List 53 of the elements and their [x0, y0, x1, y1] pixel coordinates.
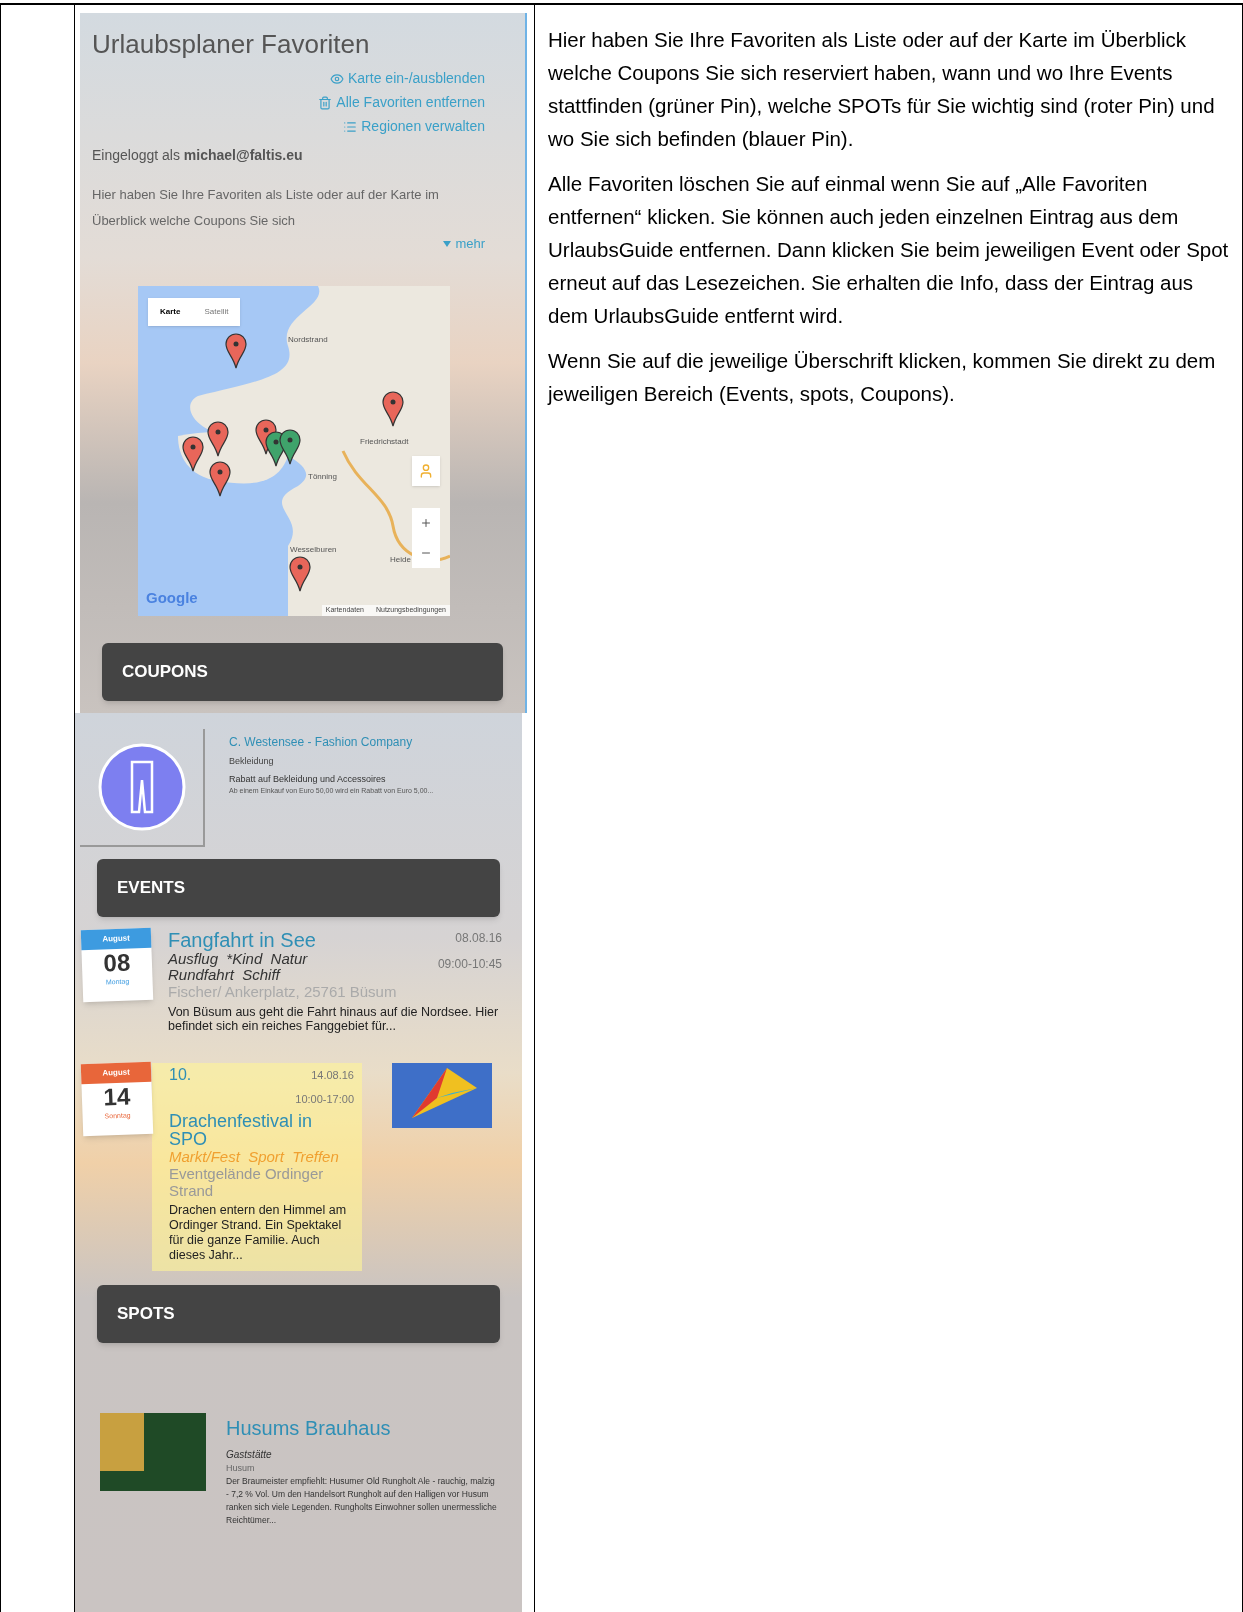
event-title: Drachenfestival in SPO — [169, 1111, 314, 1148]
calendar-month: August — [80, 927, 152, 951]
map-place-label: Nordstrand — [288, 333, 328, 346]
explanation-paragraph: Wenn Sie auf die jeweilige Überschrift klicken, kommen Sie direkt zu dem jeweiligen Bereich (Events, spots, Coupons). — [548, 348, 1217, 407]
intro-text: Hier haben Sie Ihre Favoriten als Liste oder auf der Karte im Überblick welche Coupons Sie sich — [91, 186, 440, 230]
map-type-tab[interactable]: Karte — [148, 297, 193, 326]
section-header[interactable]: COUPONS — [102, 642, 503, 701]
google-logo: Google — [146, 588, 198, 608]
event-categories: Markt/Fest Sport Treffen — [169, 1147, 340, 1165]
event-description: Drachen entern den Himmel am Ordinger Strand. Ein Spektakel für die ganze Familie. Auch dieses Jahr... — [169, 1202, 348, 1263]
map-pin[interactable] — [225, 332, 247, 369]
map-pin[interactable] — [279, 428, 301, 465]
calendar-day: 08 — [103, 948, 131, 978]
explanation-paragraph: Alle Favoriten löschen Sie auf einmal wenn Sie auf „Alle Favoriten entfernen“ klicken. Sie können auch jeden einzelnen Eintrag aus dem UrlaubsGuide entfernen. Dann klicken Sie beim jeweiligen Event oder Spot erneut auf das Lesezeichen. Sie erhalten die Info, dass der Eintrag aus dem UrlaubsGuide entfernt wird. — [548, 171, 1229, 329]
map-place-label: Tönning — [308, 470, 337, 483]
event-location: Eventgelände Ordinger Strand — [169, 1164, 325, 1199]
zoom-in-icon — [420, 516, 432, 529]
spot-description: Der Braumeister empfiehlt: Husumer Old Rungholt Ale - rauchig, malzig - 7,2 % Vol. Um den Handelsort Rungholt auf den Halligen vor Husum ranken sich viele Legenden. Rungholts Einwohner sollen unermessliche Reichtümer... — [226, 1475, 497, 1527]
map-pin[interactable] — [289, 555, 311, 592]
map-pin[interactable] — [209, 460, 231, 497]
event-time: 10:00-17:00 — [295, 1092, 354, 1107]
login-text: Eingeloggt als michael@faltis.eu — [91, 146, 304, 165]
map-place-label: Wesselburen — [290, 543, 337, 556]
event-time: 09:00-10:45 — [437, 956, 502, 973]
calendar-month: August — [80, 1061, 152, 1085]
spot-place: Husum — [226, 1461, 256, 1475]
coupon-category: Bekleidung — [229, 755, 275, 768]
page-title: Urlaubsplaner Favoriten — [91, 28, 371, 61]
section-header[interactable]: SPOTS — [97, 1284, 500, 1343]
list-icon — [343, 119, 358, 134]
map-place-label: Friedrichstadt — [360, 435, 409, 448]
map-type-tab[interactable]: Satellit — [192, 297, 241, 326]
coupon-title[interactable]: C. Westensee - Fashion Company — [229, 733, 434, 751]
person-icon — [418, 462, 434, 479]
eye-icon — [330, 71, 344, 86]
calendar-day: 14 — [103, 1082, 131, 1112]
map-pin[interactable] — [182, 435, 204, 472]
map-pin[interactable] — [207, 420, 229, 457]
trash-icon — [318, 95, 333, 110]
event-date: 14.08.16 — [311, 1068, 354, 1083]
map-place-label: Heide — [390, 553, 411, 566]
event-date: 08.08.16 — [455, 930, 502, 947]
explanation-paragraph: Hier haben Sie Ihre Favoriten als Liste oder auf der Karte im Überblick welche Coupons Sie sich reserviert haben, wann und wo Ihre Events stattfinden (grüner Pin), welche SPOTs für Sie wichtig sind (roter Pin) und wo Sie sich befinden (blauer Pin). — [548, 27, 1216, 152]
caret-icon — [443, 240, 452, 247]
section-header[interactable]: EVENTS — [97, 859, 500, 917]
coupon-headline: Rabatt auf Bekleidung und Accessoires — [229, 772, 387, 786]
event-card[interactable] — [152, 1063, 362, 1271]
spot-category: Gaststätte — [226, 1447, 273, 1462]
map-pin[interactable] — [382, 390, 404, 427]
trousers-icon — [96, 742, 187, 832]
event-description: Von Büsum aus geht die Fahrt hinaus auf die Nordsee. Hier befindet sich ein reiches Fanggebiet für... — [168, 1005, 500, 1033]
event-number: 10. — [169, 1065, 192, 1085]
event-categories: Ausflug *Kind Natur Rundfahrt Schiff — [168, 951, 309, 983]
